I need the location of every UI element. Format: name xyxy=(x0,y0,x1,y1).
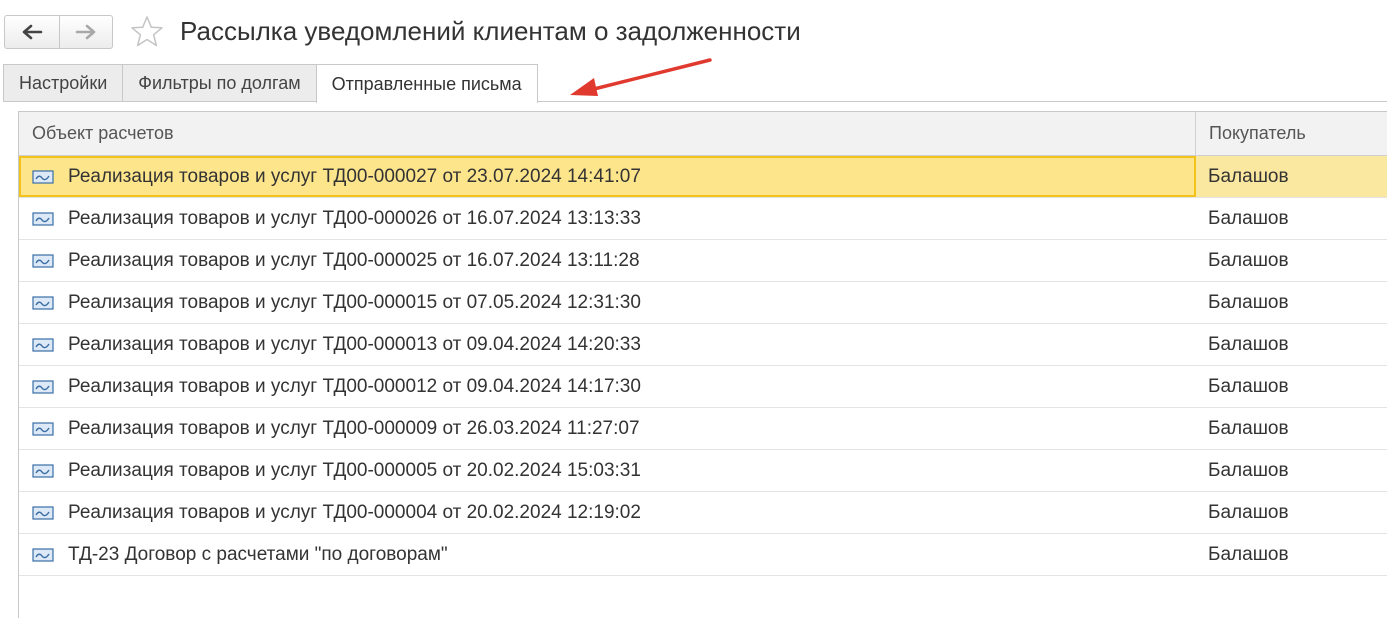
settlement-object-text: Реализация товаров и услуг ТД00-000026 о… xyxy=(68,207,641,229)
annotation-arrow-icon xyxy=(570,58,712,96)
tab-sent-letters[interactable]: Отправленные письма xyxy=(315,64,538,103)
column-header-buyer[interactable]: Покупатель xyxy=(1196,112,1387,155)
navigation-buttons xyxy=(4,15,113,49)
table-row[interactable]: Реализация товаров и услуг ТД00-000009 о… xyxy=(19,408,1387,450)
table-row[interactable]: Реализация товаров и услуг ТД00-000025 о… xyxy=(19,240,1387,282)
column-header-settlement-object[interactable]: Объект расчетов xyxy=(19,112,1196,155)
table-row[interactable]: Реализация товаров и услуг ТД00-000005 о… xyxy=(19,450,1387,492)
table-row[interactable]: Реализация товаров и услуг ТД00-000015 о… xyxy=(19,282,1387,324)
table-row[interactable]: Реализация товаров и услуг ТД00-000027 о… xyxy=(19,156,1387,198)
settlement-object-text: Реализация товаров и услуг ТД00-000015 о… xyxy=(68,291,641,313)
settlement-object-text: Реализация товаров и услуг ТД00-000004 о… xyxy=(68,501,641,523)
cell-settlement-object: ТД-23 Договор с расчетами "по договорам" xyxy=(19,534,1196,575)
table-row[interactable]: ТД-23 Договор с расчетами "по договорам"… xyxy=(19,534,1387,576)
arrow-left-icon xyxy=(22,24,43,40)
table-header: Объект расчетов Покупатель xyxy=(19,112,1387,156)
cell-buyer: Балашов xyxy=(1208,543,1289,565)
cell-buyer: Балашов xyxy=(1208,165,1289,187)
document-icon xyxy=(32,337,54,352)
cell-buyer: Балашов xyxy=(1208,417,1289,439)
table-row[interactable]: Реализация товаров и услуг ТД00-000026 о… xyxy=(19,198,1387,240)
table-row[interactable]: Реализация товаров и услуг ТД00-000012 о… xyxy=(19,366,1387,408)
cell-buyer: Балашов xyxy=(1208,291,1289,313)
cell-buyer: Балашов xyxy=(1208,333,1289,355)
document-icon xyxy=(32,379,54,394)
star-icon[interactable] xyxy=(130,15,164,49)
settlement-object-text: Реализация товаров и услуг ТД00-000012 о… xyxy=(68,375,641,397)
document-icon xyxy=(32,169,54,184)
cell-settlement-object: Реализация товаров и услуг ТД00-000015 о… xyxy=(19,282,1196,323)
back-button[interactable] xyxy=(5,16,59,48)
cell-settlement-object: Реализация товаров и услуг ТД00-000027 о… xyxy=(19,156,1196,197)
cell-settlement-object: Реализация товаров и услуг ТД00-000009 о… xyxy=(19,408,1196,449)
document-icon xyxy=(32,295,54,310)
table-row[interactable]: Реализация товаров и услуг ТД00-000013 о… xyxy=(19,324,1387,366)
table-body: Реализация товаров и услуг ТД00-000027 о… xyxy=(19,156,1387,576)
tab-settings[interactable]: Настройки xyxy=(3,64,124,101)
settlement-object-text: Реализация товаров и услуг ТД00-000005 о… xyxy=(68,459,641,481)
cell-buyer: Балашов xyxy=(1208,459,1289,481)
settlement-object-text: ТД-23 Договор с расчетами "по договорам" xyxy=(68,543,448,565)
document-icon xyxy=(32,505,54,520)
settlement-object-text: Реализация товаров и услуг ТД00-000013 о… xyxy=(68,333,641,355)
sent-letters-table: Объект расчетов Покупатель Реализация то… xyxy=(18,111,1387,618)
cell-buyer: Балашов xyxy=(1208,249,1289,271)
settlement-object-text: Реализация товаров и услуг ТД00-000025 о… xyxy=(68,249,640,271)
settlement-object-text: Реализация товаров и услуг ТД00-000027 о… xyxy=(68,165,641,187)
cell-settlement-object: Реализация товаров и услуг ТД00-000025 о… xyxy=(19,240,1196,281)
document-icon xyxy=(32,547,54,562)
cell-settlement-object: Реализация товаров и услуг ТД00-000026 о… xyxy=(19,198,1196,239)
cell-buyer: Балашов xyxy=(1208,501,1289,523)
forward-button[interactable] xyxy=(58,16,113,48)
cell-settlement-object: Реализация товаров и услуг ТД00-000005 о… xyxy=(19,450,1196,491)
settlement-object-text: Реализация товаров и услуг ТД00-000009 о… xyxy=(68,417,640,439)
document-icon xyxy=(32,421,54,436)
document-icon xyxy=(32,463,54,478)
cell-settlement-object: Реализация товаров и услуг ТД00-000004 о… xyxy=(19,492,1196,533)
page-title: Рассылка уведомлений клиентам о задолжен… xyxy=(180,16,801,46)
document-icon xyxy=(32,253,54,268)
cell-settlement-object: Реализация товаров и услуг ТД00-000013 о… xyxy=(19,324,1196,365)
tab-debt-filters[interactable]: Фильтры по долгам xyxy=(122,64,317,101)
arrow-right-icon xyxy=(75,24,96,40)
cell-settlement-object: Реализация товаров и услуг ТД00-000012 о… xyxy=(19,366,1196,407)
table-row[interactable]: Реализация товаров и услуг ТД00-000004 о… xyxy=(19,492,1387,534)
cell-buyer: Балашов xyxy=(1208,375,1289,397)
tab-bar: Настройки Фильтры по долгам Отправленные… xyxy=(3,64,538,103)
document-icon xyxy=(32,211,54,226)
cell-buyer: Балашов xyxy=(1208,207,1289,229)
